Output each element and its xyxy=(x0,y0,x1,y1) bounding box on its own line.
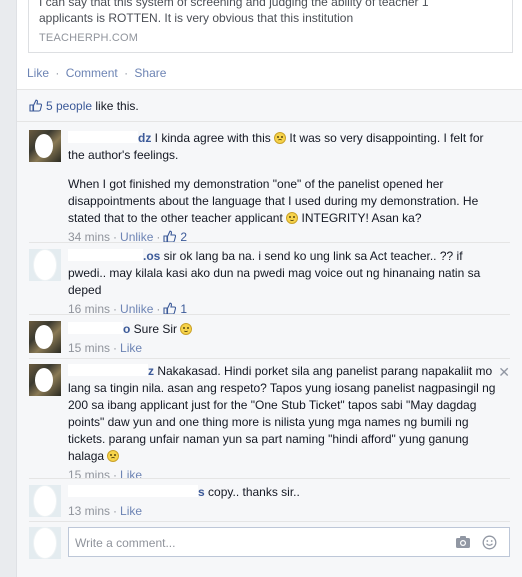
comment-body: o Sure Sir 15 mins · Like xyxy=(68,321,500,357)
comment-text: Nakakasad. Hindi porket sila ang panelis… xyxy=(68,364,496,463)
smiley-icon xyxy=(286,212,299,224)
comment-meta: 34 mins · Unlike · 2 xyxy=(68,229,500,248)
smiley-icon xyxy=(180,323,193,335)
comment-composer: Write a comment... xyxy=(29,527,510,561)
author-name-redacted xyxy=(68,485,198,497)
close-icon[interactable]: ✕ xyxy=(498,364,510,381)
avatar[interactable] xyxy=(29,130,61,162)
avatar[interactable] xyxy=(29,485,61,517)
divider xyxy=(17,89,522,90)
like-button[interactable]: Like xyxy=(27,66,49,80)
emoji-icon[interactable] xyxy=(482,535,497,553)
divider xyxy=(29,314,510,315)
comment-body: .os sir ok lang ba na. i send ko ung lin… xyxy=(68,248,500,320)
comment-body: z Nakakasad. Hindi porket sila ang panel… xyxy=(68,363,500,484)
separator: · xyxy=(124,66,129,80)
comment-text: I kinda agree with this xyxy=(151,131,275,145)
share-button[interactable]: Share xyxy=(134,66,166,80)
comment-body: dz I kinda agree with this It was so ver… xyxy=(68,130,500,248)
timestamp[interactable]: 15 mins xyxy=(68,468,110,482)
post-actions: Like · Comment · Share xyxy=(27,66,166,80)
divider xyxy=(29,242,510,243)
avatar[interactable] xyxy=(29,249,61,281)
like-button[interactable]: Like xyxy=(120,504,142,518)
comment-text: copy.. thanks sir.. xyxy=(204,485,300,499)
likes-summary: 5 people like this. xyxy=(29,99,139,115)
link-preview[interactable]: I can say that this system of screening … xyxy=(28,0,513,53)
link-description: I can say that this system of screening … xyxy=(39,0,499,26)
author-name[interactable]: dz xyxy=(138,131,151,145)
thumbs-up-icon xyxy=(29,99,43,115)
separator: · xyxy=(55,66,60,80)
divider xyxy=(17,121,522,122)
comments-section: 5 people like this. dz I kinda agree wit… xyxy=(17,89,522,577)
likes-count-link[interactable]: 5 people xyxy=(46,99,92,113)
post-card: I can say that this system of screening … xyxy=(16,0,522,577)
timestamp[interactable]: 13 mins xyxy=(68,504,110,518)
link-description-line1: I can say that this system of screening … xyxy=(39,0,429,9)
comment-text: Sure Sir xyxy=(130,322,181,336)
comment-meta: 16 mins · Unlike · 1 xyxy=(68,301,500,320)
camera-icon[interactable] xyxy=(455,535,471,552)
author-name-redacted xyxy=(68,322,123,334)
comment-button[interactable]: Comment xyxy=(66,66,118,80)
link-description-line2: applicants is ROTTEN. It is very obvious… xyxy=(39,11,354,25)
divider xyxy=(29,358,510,359)
avatar[interactable] xyxy=(29,364,61,396)
comment-text: INTEGRITY! Asan ka? xyxy=(298,211,422,225)
author-name-redacted xyxy=(68,249,143,261)
comment-meta: 15 mins · Like xyxy=(68,468,143,482)
like-button[interactable]: Like xyxy=(120,468,142,482)
avatar[interactable] xyxy=(29,321,61,353)
thumbs-up-icon xyxy=(163,230,177,248)
timestamp[interactable]: 15 mins xyxy=(68,341,110,355)
thumbs-up-icon xyxy=(163,302,177,320)
comment-input[interactable]: Write a comment... xyxy=(68,527,510,557)
author-name-redacted xyxy=(68,131,138,143)
comment-placeholder: Write a comment... xyxy=(75,536,176,550)
like-button[interactable]: Like xyxy=(120,341,142,355)
link-domain: TEACHERPH.COM xyxy=(39,32,139,44)
comment-meta: 13 mins · Like xyxy=(68,504,143,518)
avatar xyxy=(29,527,61,559)
comment-meta: 15 mins · Like xyxy=(68,341,143,355)
author-name[interactable]: .os xyxy=(143,249,160,263)
comment-body: s copy.. thanks sir.. 13 mins · Like xyxy=(68,484,500,520)
smiley-icon xyxy=(107,450,120,462)
author-name-redacted xyxy=(68,364,148,376)
smiley-icon xyxy=(274,132,287,144)
divider xyxy=(29,521,510,522)
author-name[interactable]: s xyxy=(198,485,205,499)
divider xyxy=(29,478,510,479)
likes-suffix: like this. xyxy=(92,99,139,113)
